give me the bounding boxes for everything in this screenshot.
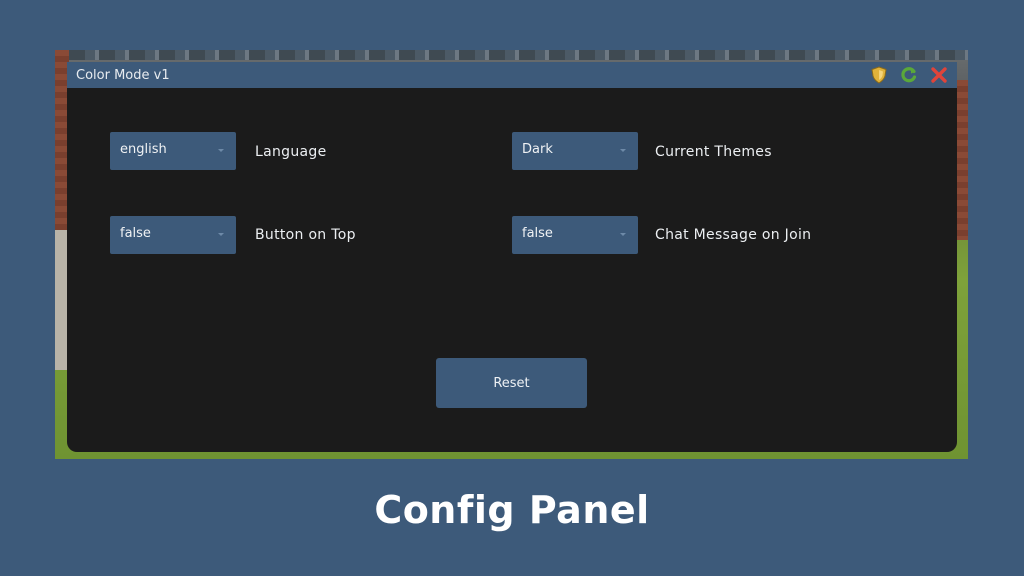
theme-select-value: Dark	[522, 142, 553, 157]
chat-message-on-join-select[interactable]: false	[512, 216, 638, 254]
button-on-top-select[interactable]: false	[110, 216, 236, 254]
close-icon[interactable]	[929, 66, 949, 84]
button-on-top-select-value: false	[120, 226, 151, 241]
theme-select[interactable]: Dark	[512, 132, 638, 170]
reset-button[interactable]: Reset	[436, 358, 587, 408]
chevron-down-icon	[218, 233, 224, 236]
chevron-down-icon	[620, 233, 626, 236]
window-titlebar[interactable]: Color Mode v1	[67, 62, 957, 88]
chat-message-on-join-select-value: false	[522, 226, 553, 241]
config-window: Color Mode v1 english Language Dark Curr…	[67, 62, 957, 452]
refresh-icon[interactable]	[899, 66, 919, 84]
language-label: Language	[255, 144, 327, 160]
theme-label: Current Themes	[655, 144, 772, 160]
chevron-down-icon	[620, 149, 626, 152]
chevron-down-icon	[218, 149, 224, 152]
titlebar-icons	[869, 66, 949, 84]
chat-message-on-join-label: Chat Message on Join	[655, 227, 812, 243]
background-buildings-strip	[55, 50, 968, 60]
button-on-top-label: Button on Top	[255, 227, 356, 243]
slide-caption: Config Panel	[374, 488, 650, 532]
settings-panel: english Language Dark Current Themes fal…	[67, 88, 957, 452]
window-title: Color Mode v1	[76, 67, 170, 83]
shield-icon[interactable]	[869, 66, 889, 84]
language-select-value: english	[120, 142, 167, 157]
language-select[interactable]: english	[110, 132, 236, 170]
